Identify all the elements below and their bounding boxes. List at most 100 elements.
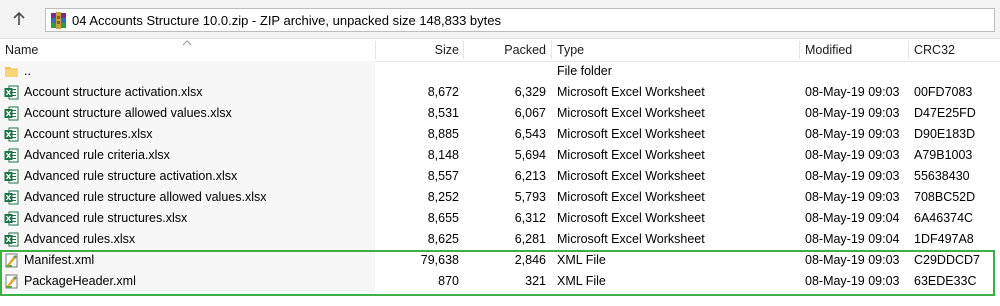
file-row-parent-folder[interactable]: .. File folder [0,61,1000,82]
file-name: Account structure activation.xlsx [24,85,203,99]
file-type: Microsoft Excel Worksheet [557,190,705,204]
excel-icon [4,127,19,142]
file-name: Advanced rule criteria.xlsx [24,148,170,162]
excel-icon [4,232,19,247]
file-crc32: 55638430 [914,169,970,183]
excel-icon [4,190,19,205]
file-row[interactable]: Manifest.xml 79,638 2,846 XML File 08-Ma… [0,250,1000,271]
file-name: Advanced rule structure activation.xlsx [24,169,238,183]
file-packed-size: 6,543 [514,127,546,141]
file-size: 8,672 [427,85,459,99]
archive-path-text: 04 Accounts Structure 10.0.zip - ZIP arc… [72,13,502,28]
excel-icon [4,211,19,226]
column-header-type[interactable]: Type [557,42,584,58]
file-packed-size: 321 [525,274,546,288]
file-type: Microsoft Excel Worksheet [557,106,705,120]
file-packed-size: 6,213 [514,169,546,183]
toolbar: 04 Accounts Structure 10.0.zip - ZIP arc… [0,0,1000,39]
up-folder-button[interactable] [8,8,30,30]
file-row[interactable]: Account structures.xlsx 8,885 6,543 Micr… [0,124,1000,145]
file-crc32: 63EDE33C [914,274,977,288]
file-size [380,61,459,82]
file-name: Advanced rule structure allowed values.x… [24,190,267,204]
file-size: 8,885 [427,127,459,141]
file-size: 79,638 [420,253,459,267]
file-type: XML File [557,253,606,267]
file-packed-size [465,61,546,82]
address-bar[interactable]: 04 Accounts Structure 10.0.zip - ZIP arc… [45,8,995,32]
file-modified: 08-May-19 09:03 [805,106,900,120]
file-name: .. [24,64,31,78]
file-crc32: D47E25FD [914,106,976,120]
file-size: 870 [438,274,459,288]
column-divider[interactable] [908,41,909,59]
file-modified: 08-May-19 09:03 [805,274,900,288]
file-type: Microsoft Excel Worksheet [557,127,705,141]
folder-icon [5,67,18,77]
column-header: Name Size Packed Type Modified CRC32 [0,39,1000,62]
file-size: 8,531 [427,106,459,120]
file-packed-size: 6,329 [514,85,546,99]
xml-icon [5,253,18,268]
file-row[interactable]: Account structure activation.xlsx 8,672 … [0,82,1000,103]
file-crc32: C29DDCD7 [914,253,980,267]
file-modified: 08-May-19 09:03 [805,148,900,162]
winrar-archive-icon [51,12,66,29]
file-type: Microsoft Excel Worksheet [557,232,705,246]
file-type: Microsoft Excel Worksheet [557,169,705,183]
file-type: Microsoft Excel Worksheet [557,85,705,99]
file-row[interactable]: Account structure allowed values.xlsx 8,… [0,103,1000,124]
file-modified: 08-May-19 09:04 [805,232,900,246]
column-header-crc32[interactable]: CRC32 [914,42,955,58]
file-packed-size: 6,067 [514,106,546,120]
file-modified: 08-May-19 09:03 [805,85,900,99]
file-packed-size: 5,793 [514,190,546,204]
file-size: 8,625 [427,232,459,246]
file-type: Microsoft Excel Worksheet [557,211,705,225]
file-modified: 08-May-19 09:03 [805,253,900,267]
column-divider[interactable] [551,41,552,59]
file-type: XML File [557,274,606,288]
column-divider[interactable] [799,41,800,59]
file-crc32: 00FD7083 [914,85,973,99]
file-row[interactable]: Advanced rule structure allowed values.x… [0,187,1000,208]
file-row[interactable]: Advanced rule criteria.xlsx 8,148 5,694 … [0,145,1000,166]
file-modified: 08-May-19 09:03 [805,190,900,204]
file-packed-size: 2,846 [514,253,546,267]
file-type: File folder [557,64,612,78]
column-header-size[interactable]: Size [380,42,459,58]
file-name: Advanced rule structures.xlsx [24,211,188,225]
file-name: Manifest.xml [24,253,95,267]
file-modified: 08-May-19 09:04 [805,211,900,225]
file-crc32: 6A46374C [914,211,974,225]
excel-icon [4,85,19,100]
excel-icon [4,106,19,121]
file-row[interactable]: PackageHeader.xml 870 321 XML File 08-Ma… [0,271,1000,292]
arrow-up-icon [13,11,25,25]
excel-icon [4,169,19,184]
file-crc32: 708BC52D [914,190,976,204]
file-packed-size: 6,312 [514,211,546,225]
file-name: Account structure allowed values.xlsx [24,106,232,120]
file-name: PackageHeader.xml [24,274,136,288]
column-divider[interactable] [375,41,376,59]
file-modified: 08-May-19 09:03 [805,169,900,183]
column-header-name[interactable]: Name [5,42,38,58]
file-row[interactable]: Advanced rule structures.xlsx 8,655 6,31… [0,208,1000,229]
excel-icon [4,148,19,163]
sort-ascending-icon [182,40,192,46]
file-type: Microsoft Excel Worksheet [557,148,705,162]
file-list: .. File folder Account structure activat… [0,61,1000,292]
file-size: 8,252 [427,190,459,204]
column-header-packed[interactable]: Packed [465,42,546,58]
file-name: Account structures.xlsx [24,127,153,141]
file-size: 8,148 [427,148,459,162]
file-row[interactable]: Advanced rules.xlsx 8,625 6,281 Microsof… [0,229,1000,250]
column-header-modified[interactable]: Modified [805,42,852,58]
column-divider[interactable] [463,41,464,59]
file-crc32: 1DF497A8 [914,232,974,246]
file-packed-size: 5,694 [514,148,546,162]
file-size: 8,557 [427,169,459,183]
file-row[interactable]: Advanced rule structure activation.xlsx … [0,166,1000,187]
file-crc32: D90E183D [914,127,976,141]
